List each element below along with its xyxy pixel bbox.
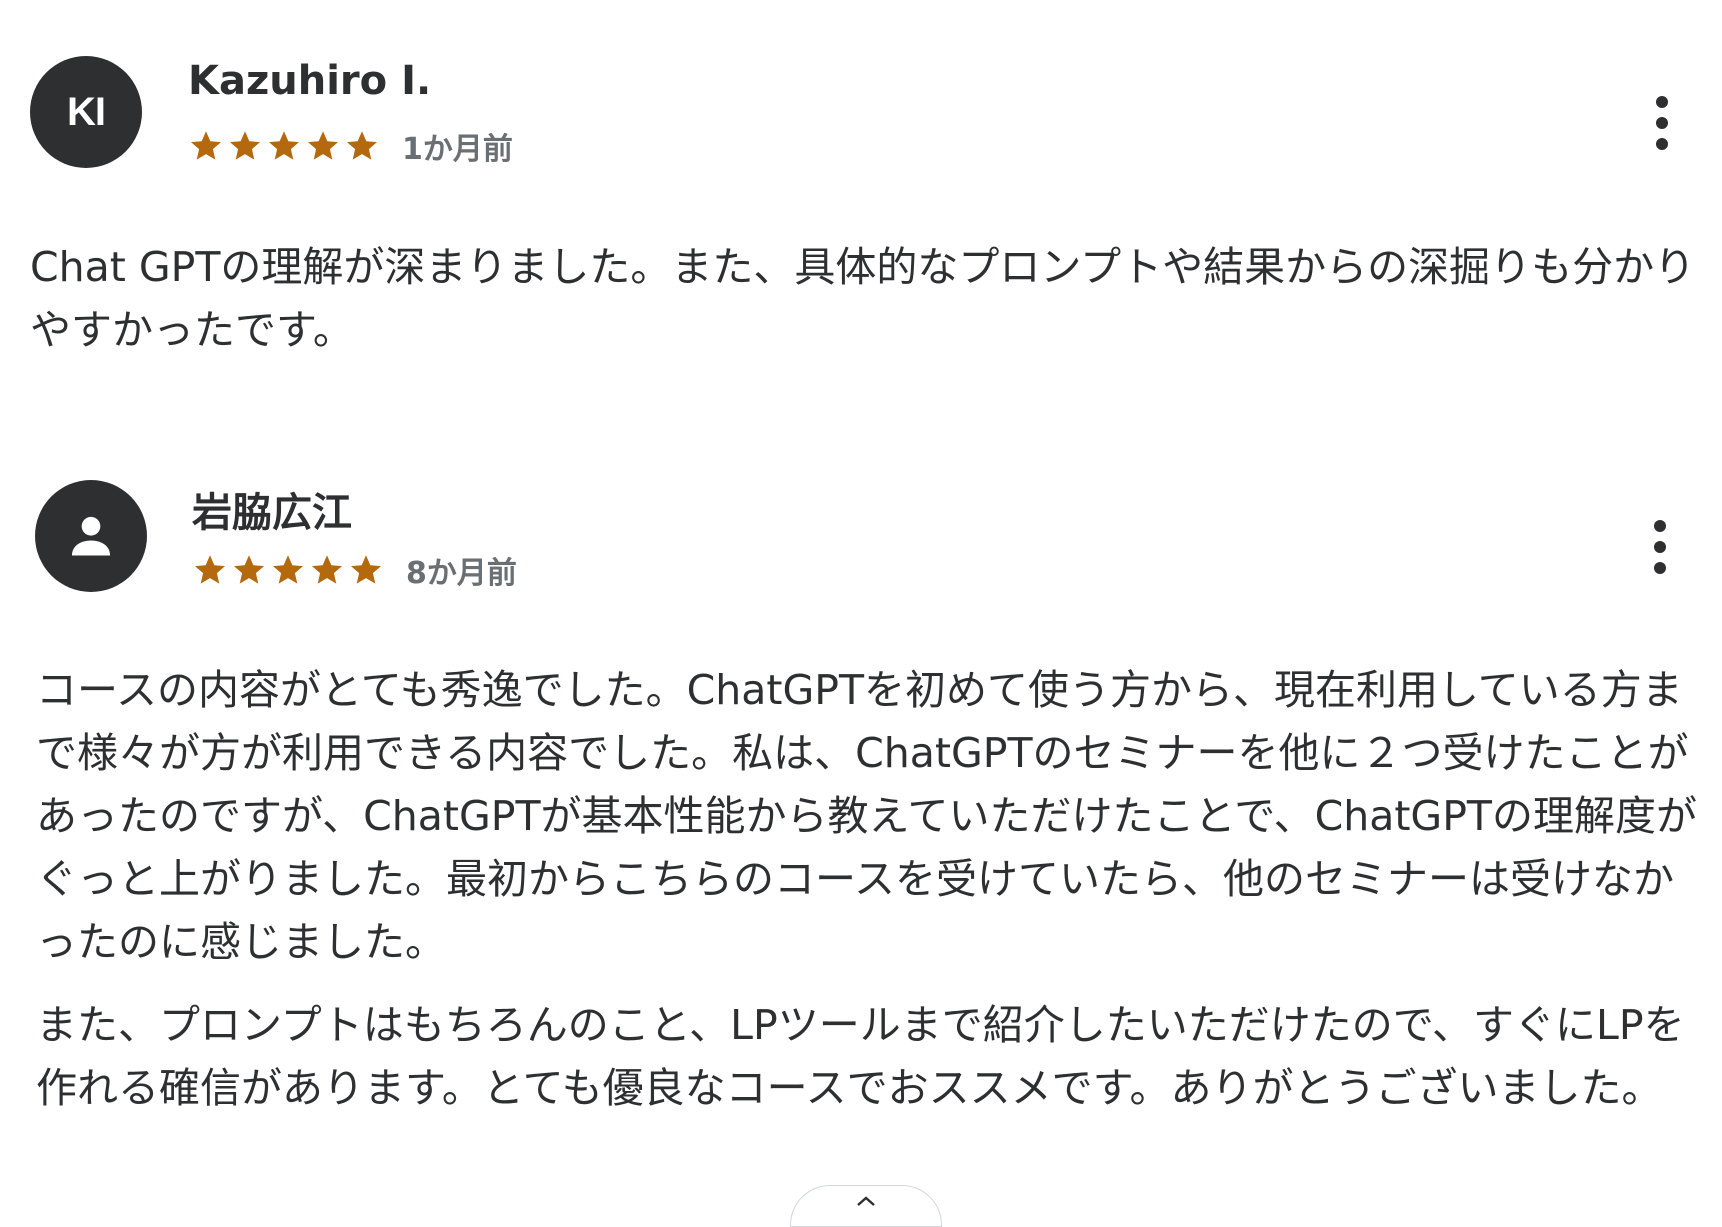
reviewer-name: 岩脇広江	[192, 490, 352, 536]
avatar	[35, 480, 147, 592]
more-vertical-icon	[1656, 96, 1668, 108]
more-vertical-icon-dot	[1656, 138, 1668, 150]
review-meta: 8か月前	[192, 548, 517, 592]
star-rating	[192, 552, 384, 588]
more-options-button[interactable]	[1642, 93, 1682, 153]
star-icon	[312, 555, 342, 584]
review-date: 8か月前	[406, 556, 517, 591]
star-icon	[351, 555, 381, 584]
avatar-initials: KI	[67, 89, 106, 134]
star-icon	[195, 555, 225, 584]
star-rating	[188, 128, 380, 164]
star-icon	[273, 555, 303, 584]
more-vertical-icon-dot	[1654, 562, 1666, 574]
collapse-button[interactable]	[790, 1185, 942, 1227]
review-text: また、プロンプトはもちろんのこと、LPツールまで紹介したいただけたので、すぐにL…	[36, 1001, 1685, 1112]
review-meta: 1か月前	[188, 124, 513, 168]
more-vertical-icon-dot	[1654, 541, 1666, 553]
more-vertical-icon-dot	[1656, 117, 1668, 129]
reviewer-name: Kazuhiro I.	[188, 58, 432, 104]
star-icon	[191, 131, 221, 160]
star-icon	[234, 555, 264, 584]
star-icon	[269, 131, 299, 160]
review-text: コースの内容がとても秀逸でした。ChatGPTを初めて使う方から、現在利用してい…	[36, 666, 1697, 966]
chevron-up-icon	[857, 1196, 875, 1206]
star-icon	[308, 131, 338, 160]
star-icon	[347, 131, 377, 160]
review-date: 1か月前	[402, 132, 513, 167]
more-vertical-icon	[1654, 520, 1666, 532]
star-icon	[230, 131, 260, 160]
review-text: Chat GPTの理解が深まりました。また、具体的なプロンプトや結果からの深掘り…	[30, 243, 1696, 354]
user-icon	[71, 516, 111, 556]
more-options-button[interactable]	[1640, 517, 1680, 577]
avatar: KI	[30, 56, 142, 168]
